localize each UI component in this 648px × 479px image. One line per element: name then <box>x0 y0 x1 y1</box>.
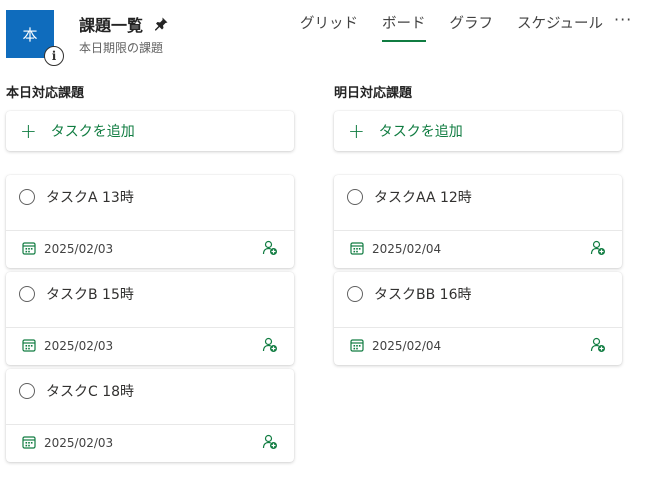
due-date: 2025/02/03 <box>44 242 114 256</box>
calendar-icon <box>350 339 364 352</box>
plan-subtitle: 本日期限の課題 <box>79 41 164 55</box>
add-task-button[interactable]: + タスクを追加 <box>6 111 294 151</box>
calendar-icon <box>22 436 36 449</box>
page-title: 課題一覧 <box>79 12 169 36</box>
assign-person-icon[interactable] <box>262 434 278 450</box>
complete-circle-icon[interactable] <box>347 286 363 302</box>
task-name: タスクA 13時 <box>46 190 134 206</box>
assign-person-icon[interactable] <box>262 337 278 353</box>
task-card[interactable]: タスクC 18時 2025/02/03 <box>6 369 294 462</box>
task-card[interactable]: タスクBB 16時 2025/02/04 <box>334 272 622 365</box>
assign-person-icon[interactable] <box>262 240 278 256</box>
due-date: 2025/02/04 <box>372 339 442 353</box>
plus-icon: + <box>348 119 365 143</box>
tab-board[interactable]: ボード <box>382 12 426 42</box>
calendar-icon <box>22 242 36 255</box>
plan-avatar-letter: 本 <box>22 25 38 44</box>
calendar-icon <box>350 242 364 255</box>
task-name: タスクAA 12時 <box>374 190 472 206</box>
complete-circle-icon[interactable] <box>19 383 35 399</box>
assign-person-icon[interactable] <box>590 337 606 353</box>
bucket-tomorrow: 明日対応課題 + タスクを追加 タスクAA 12時 2025/02/04 タスク… <box>334 82 622 365</box>
tab-grid[interactable]: グリッド <box>300 12 358 40</box>
bucket-today: 本日対応課題 + タスクを追加 タスクA 13時 2025/02/03 タスクB… <box>6 82 294 462</box>
assign-person-icon[interactable] <box>590 240 606 256</box>
due-date: 2025/02/03 <box>44 436 114 450</box>
tab-schedule[interactable]: スケジュール <box>517 12 603 40</box>
due-date: 2025/02/04 <box>372 242 442 256</box>
planner-board-page: 本 i 課題一覧 本日期限の課題 グリッド ボード グラフ スケジュール ···… <box>0 0 648 479</box>
info-icon[interactable]: i <box>44 46 64 66</box>
bucket-title: 本日対応課題 <box>6 86 85 101</box>
add-task-button[interactable]: + タスクを追加 <box>334 111 622 151</box>
task-name: タスクBB 16時 <box>374 287 472 303</box>
complete-circle-icon[interactable] <box>19 286 35 302</box>
task-name: タスクC 18時 <box>46 384 135 400</box>
view-tabs: グリッド ボード グラフ スケジュール <box>300 12 603 42</box>
task-card[interactable]: タスクA 13時 2025/02/03 <box>6 175 294 268</box>
more-options-button[interactable]: ··· <box>614 10 632 29</box>
complete-circle-icon[interactable] <box>19 189 35 205</box>
bucket-title: 明日対応課題 <box>334 86 413 101</box>
task-card[interactable]: タスクB 15時 2025/02/03 <box>6 272 294 365</box>
plan-title-text: 課題一覧 <box>79 16 144 35</box>
add-task-label: タスクを追加 <box>50 124 135 140</box>
task-name: タスクB 15時 <box>46 287 134 303</box>
tab-chart[interactable]: グラフ <box>450 12 494 40</box>
add-task-label: タスクを追加 <box>378 124 463 140</box>
plus-icon: + <box>20 119 37 143</box>
calendar-icon <box>22 339 36 352</box>
task-card[interactable]: タスクAA 12時 2025/02/04 <box>334 175 622 268</box>
due-date: 2025/02/03 <box>44 339 114 353</box>
pin-icon[interactable] <box>153 16 169 32</box>
complete-circle-icon[interactable] <box>347 189 363 205</box>
